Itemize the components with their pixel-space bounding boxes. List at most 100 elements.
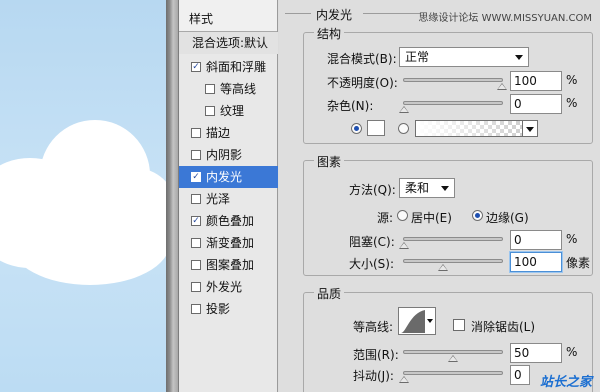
style-item[interactable]: 外发光 <box>179 276 278 298</box>
style-item[interactable]: ✓ 颜色叠加 <box>179 210 278 232</box>
gradient-preview[interactable] <box>415 120 523 137</box>
structure-legend: 结构 <box>314 25 345 42</box>
style-checkbox[interactable] <box>205 105 215 116</box>
style-item-label: 等高线 <box>220 82 257 96</box>
opacity-input[interactable]: 100 <box>510 71 562 91</box>
cloud-shape <box>10 200 166 285</box>
slider-thumb[interactable] <box>438 264 449 271</box>
blend-mode-label: 混合模式(B): <box>327 52 397 66</box>
chevron-down-icon <box>515 55 523 60</box>
source-edge-label: 边缘(G) <box>486 211 529 225</box>
style-checkbox[interactable] <box>191 259 201 270</box>
choke-unit: % <box>566 232 578 246</box>
style-item-label: 光泽 <box>206 192 231 206</box>
method-select[interactable]: 柔和 <box>399 178 455 198</box>
chevron-down-icon <box>441 186 449 191</box>
solid-color-radio[interactable] <box>351 123 362 134</box>
slider-thumb[interactable] <box>399 242 409 249</box>
choke-label: 阻塞(C): <box>349 235 395 249</box>
style-checkbox[interactable] <box>191 127 201 138</box>
quality-legend: 品质 <box>314 285 345 302</box>
style-item-label: 纹理 <box>220 104 245 118</box>
panel-title: 内发光 <box>316 8 353 22</box>
source-edge-radio[interactable] <box>472 210 483 221</box>
title-rule <box>285 13 311 14</box>
choke-slider[interactable] <box>399 237 503 249</box>
noise-input[interactable]: 0 <box>510 94 562 114</box>
canvas-preview <box>0 0 166 392</box>
noise-unit: % <box>566 96 578 110</box>
style-checkbox[interactable] <box>191 149 201 160</box>
style-item-label: 投影 <box>206 302 231 316</box>
choke-input[interactable]: 0 <box>510 230 562 250</box>
watermark-bottom: 站长之家 <box>539 375 592 390</box>
source-center-radio[interactable] <box>397 210 408 221</box>
slider-thumb[interactable] <box>399 106 409 113</box>
watermark-top: 思缘设计论坛 WWW.MISSYUAN.COM <box>418 13 592 24</box>
style-item[interactable]: ✓ 斜面和浮雕 <box>179 56 278 78</box>
gradient-dropdown-button[interactable] <box>522 120 538 137</box>
window-edge <box>166 0 178 392</box>
style-checkbox[interactable] <box>191 237 201 248</box>
jitter-slider[interactable] <box>399 371 503 383</box>
style-checkbox[interactable]: ✓ <box>191 215 201 226</box>
style-item-label: 图案叠加 <box>206 258 255 272</box>
style-item-label: 颜色叠加 <box>206 214 255 228</box>
style-item-label: 外发光 <box>206 280 243 294</box>
style-item[interactable]: 投影 <box>179 298 278 320</box>
range-slider[interactable] <box>403 350 503 362</box>
noise-slider[interactable] <box>399 101 503 113</box>
size-unit: 像素 <box>566 256 591 270</box>
contour-picker[interactable] <box>398 307 436 335</box>
method-value: 柔和 <box>405 181 430 195</box>
blend-mode-select[interactable]: 正常 <box>399 47 529 67</box>
style-item-label: 描边 <box>206 126 231 140</box>
antialias-checkbox[interactable] <box>453 319 465 331</box>
style-item[interactable]: 内阴影 <box>179 144 278 166</box>
blend-options-item[interactable]: 混合选项:默认 <box>179 32 278 54</box>
styles-header: 样式 <box>179 0 277 32</box>
style-checkbox[interactable]: ✓ <box>191 61 201 72</box>
style-item[interactable]: 等高线 <box>179 78 278 100</box>
range-unit: % <box>566 345 578 359</box>
slider-thumb[interactable] <box>497 83 507 90</box>
antialias-label: 消除锯齿(L) <box>471 320 536 334</box>
style-item[interactable]: 描边 <box>179 122 278 144</box>
style-item[interactable]: 光泽 <box>179 188 278 210</box>
style-checkbox[interactable] <box>191 281 201 292</box>
jitter-input[interactable]: 0 <box>510 365 530 385</box>
contour-label: 等高线: <box>353 320 394 334</box>
elements-legend: 图素 <box>314 153 345 170</box>
style-checkbox[interactable]: ✓ <box>191 171 201 182</box>
style-checkbox[interactable] <box>191 303 201 314</box>
size-input[interactable]: 100 <box>510 252 562 272</box>
chevron-down-icon <box>427 319 433 323</box>
opacity-label: 不透明度(O): <box>327 76 398 90</box>
noise-label: 杂色(N): <box>327 99 374 113</box>
style-item-label: 渐变叠加 <box>206 236 255 250</box>
jitter-label: 抖动(J): <box>353 369 394 383</box>
title-rule <box>363 13 421 14</box>
style-item-label: 内阴影 <box>206 148 243 162</box>
slider-thumb[interactable] <box>448 355 458 362</box>
style-checkbox[interactable] <box>205 83 215 94</box>
style-item[interactable]: 渐变叠加 <box>179 232 278 254</box>
gradient-radio[interactable] <box>398 123 409 134</box>
style-checkbox[interactable] <box>191 193 201 204</box>
method-label: 方法(Q): <box>349 183 396 197</box>
slider-thumb[interactable] <box>399 376 409 383</box>
blend-mode-value: 正常 <box>405 50 430 64</box>
styles-list: 样式 混合选项:默认 ✓ 斜面和浮雕等高线纹理描边内阴影 ✓ 内发光光泽 ✓ 颜色叠加渐变… <box>178 0 278 392</box>
contour-curve-icon <box>401 310 425 333</box>
opacity-slider[interactable] <box>403 78 507 90</box>
color-swatch[interactable] <box>367 120 385 136</box>
style-item[interactable]: 纹理 <box>179 100 278 122</box>
opacity-unit: % <box>566 73 578 87</box>
range-label: 范围(R): <box>353 348 399 362</box>
style-item-label: 斜面和浮雕 <box>206 60 267 74</box>
style-item[interactable]: 图案叠加 <box>179 254 278 276</box>
style-item[interactable]: ✓ 内发光 <box>179 166 278 188</box>
source-center-label: 居中(E) <box>411 211 452 225</box>
range-input[interactable]: 50 <box>510 343 562 363</box>
size-slider[interactable] <box>403 259 503 271</box>
